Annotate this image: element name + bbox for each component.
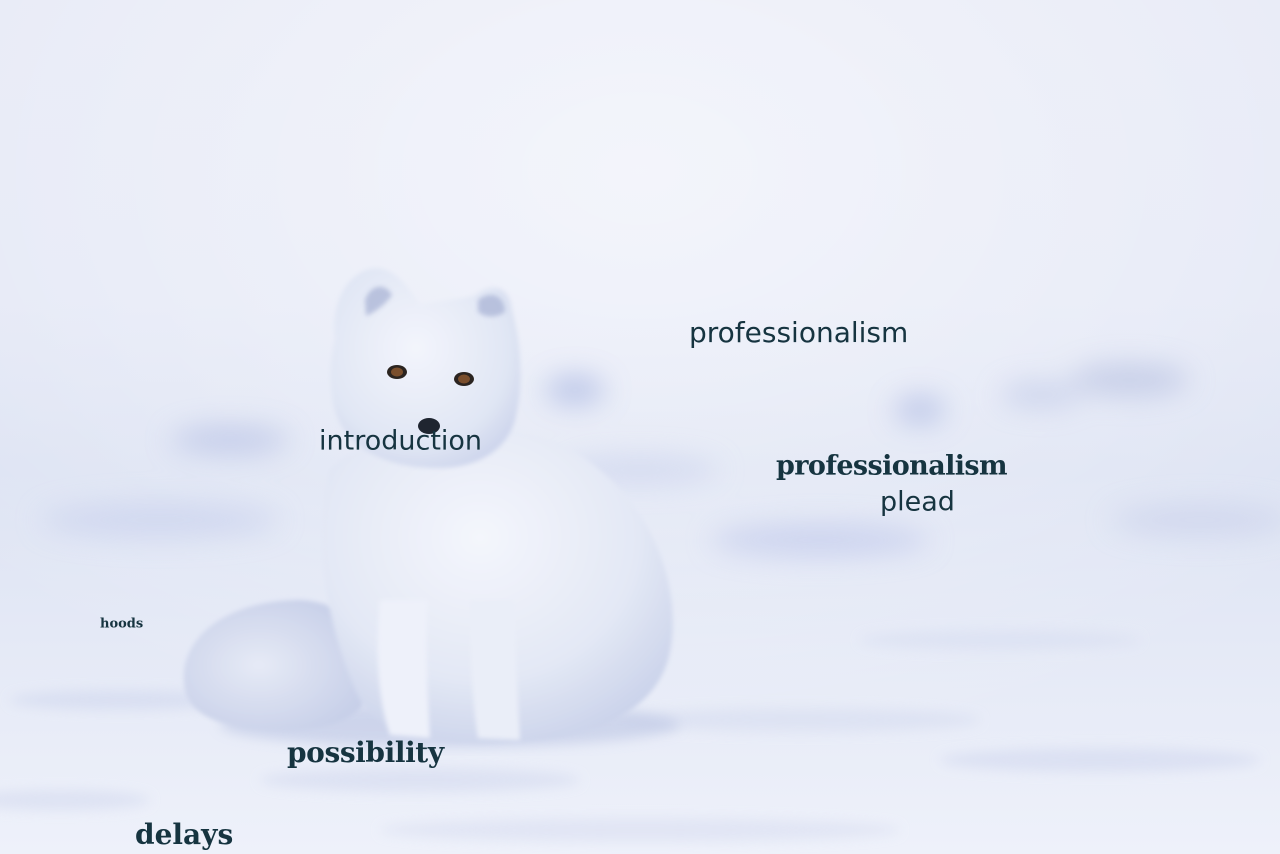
overlay-word-introduction: introduction <box>319 425 483 457</box>
overlay-word-hoods: hoods <box>100 616 144 632</box>
overlay-word-professionalism-top: professionalism <box>689 316 909 349</box>
overlay-word-professionalism-bold: professionalism <box>776 450 1008 482</box>
overlay-word-possibility: possibility <box>287 736 444 769</box>
arctic-fox-photo <box>0 0 1280 854</box>
photo-scene: professionalism introduction professiona… <box>0 0 1280 854</box>
overlay-word-delays: delays <box>135 818 234 851</box>
overlay-word-plead: plead <box>880 486 955 518</box>
